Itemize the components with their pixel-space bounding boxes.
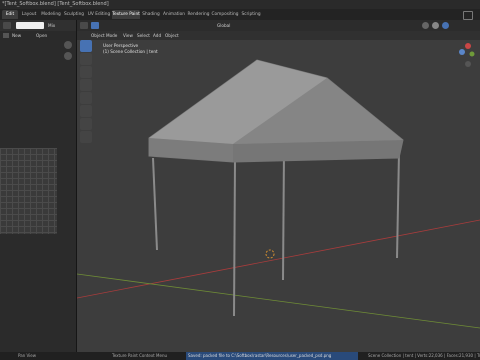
view-name-label: User Perspective (103, 43, 139, 48)
menu-select[interactable]: Select (137, 31, 150, 40)
status-info-message: Saved: packed file to C:\Softbox\rastar\… (186, 352, 358, 360)
new-image-button[interactable]: New (12, 31, 21, 40)
image-editor-subheader: New Open (0, 31, 76, 40)
object-mode-select[interactable]: Object Mode (91, 31, 117, 40)
3d-cursor-icon[interactable] (265, 249, 275, 259)
tab-scripting[interactable]: Scripting (240, 10, 262, 19)
viewport-shading-rendered-icon[interactable] (442, 22, 449, 29)
tab-modeling[interactable]: Modeling (40, 10, 62, 19)
image-icon (3, 33, 9, 38)
viewport-shading-material-icon[interactable] (432, 22, 439, 29)
move-tool-icon[interactable] (80, 66, 92, 78)
status-pan-view: Pan View (18, 353, 36, 358)
workspace-tabs-bar: Edit Layout Modeling Sculpting UV Editin… (0, 9, 480, 20)
menu-object[interactable]: Object (165, 31, 179, 40)
status-bar: Pan View Texture Paint Context Menu Save… (0, 352, 480, 360)
transform-tool-icon[interactable] (80, 105, 92, 117)
window-title: *[Tent_Softbox.blend] [Tent_Softbox.blen… (0, 0, 480, 9)
tab-edit[interactable]: Edit (2, 10, 18, 19)
tab-texture-paint[interactable]: Texture Paint (112, 10, 140, 19)
viewport-scene (77, 59, 480, 329)
blend-mode-select[interactable]: Mix (48, 21, 55, 30)
open-image-button[interactable]: Open (36, 31, 47, 40)
x-axis-line (77, 219, 480, 299)
navigation-gizmo[interactable] (456, 34, 478, 74)
status-scene-stats: Scene Collection | tent | Verts:22,036 |… (368, 353, 480, 358)
status-context-menu: Texture Paint Context Menu (112, 353, 168, 358)
tab-layout[interactable]: Layout (20, 10, 38, 19)
editor-type-icon[interactable] (3, 22, 11, 29)
y-axis-line (77, 273, 480, 329)
transform-orientation-select[interactable]: Global (217, 21, 230, 30)
tab-sculpting[interactable]: Sculpting (63, 10, 85, 19)
scale-tool-icon[interactable] (80, 92, 92, 104)
tab-animation[interactable]: Animation (162, 10, 186, 19)
select-box-icon[interactable] (80, 40, 92, 52)
3d-viewport[interactable] (77, 20, 480, 352)
menu-add[interactable]: Add (153, 31, 161, 40)
uv-grid (0, 148, 57, 234)
rotate-tool-icon[interactable] (80, 79, 92, 91)
viewport-header: Global Options (77, 20, 480, 39)
tab-compositing[interactable]: Compositing (211, 10, 239, 19)
cursor-tool-icon[interactable] (80, 53, 92, 65)
tool-shelf (80, 40, 93, 143)
image-editor-header: Mix (0, 20, 76, 31)
viewport-shading-solid-icon[interactable] (422, 22, 429, 29)
tent-legs (152, 149, 400, 317)
tab-uv-editing[interactable]: UV Editing (87, 10, 111, 19)
annotate-tool-icon[interactable] (80, 118, 92, 130)
viewport-menu-bar: Object Mode View Select Add Object (77, 31, 480, 40)
shading-buttons[interactable] (422, 22, 472, 29)
select-mode-icon[interactable] (91, 22, 99, 29)
editor-type-icon[interactable] (80, 22, 88, 29)
hand-pan-icon[interactable] (64, 52, 72, 60)
color-swatch[interactable] (16, 22, 44, 29)
measure-tool-icon[interactable] (80, 131, 92, 143)
menu-view[interactable]: View (123, 31, 133, 40)
collection-label: (1) Scene Collection | tent (103, 49, 158, 54)
tab-shading[interactable]: Shading (141, 10, 161, 19)
scene-icon[interactable] (463, 11, 473, 20)
tab-rendering[interactable]: Rendering (187, 10, 210, 19)
zoom-icon[interactable] (64, 41, 72, 49)
